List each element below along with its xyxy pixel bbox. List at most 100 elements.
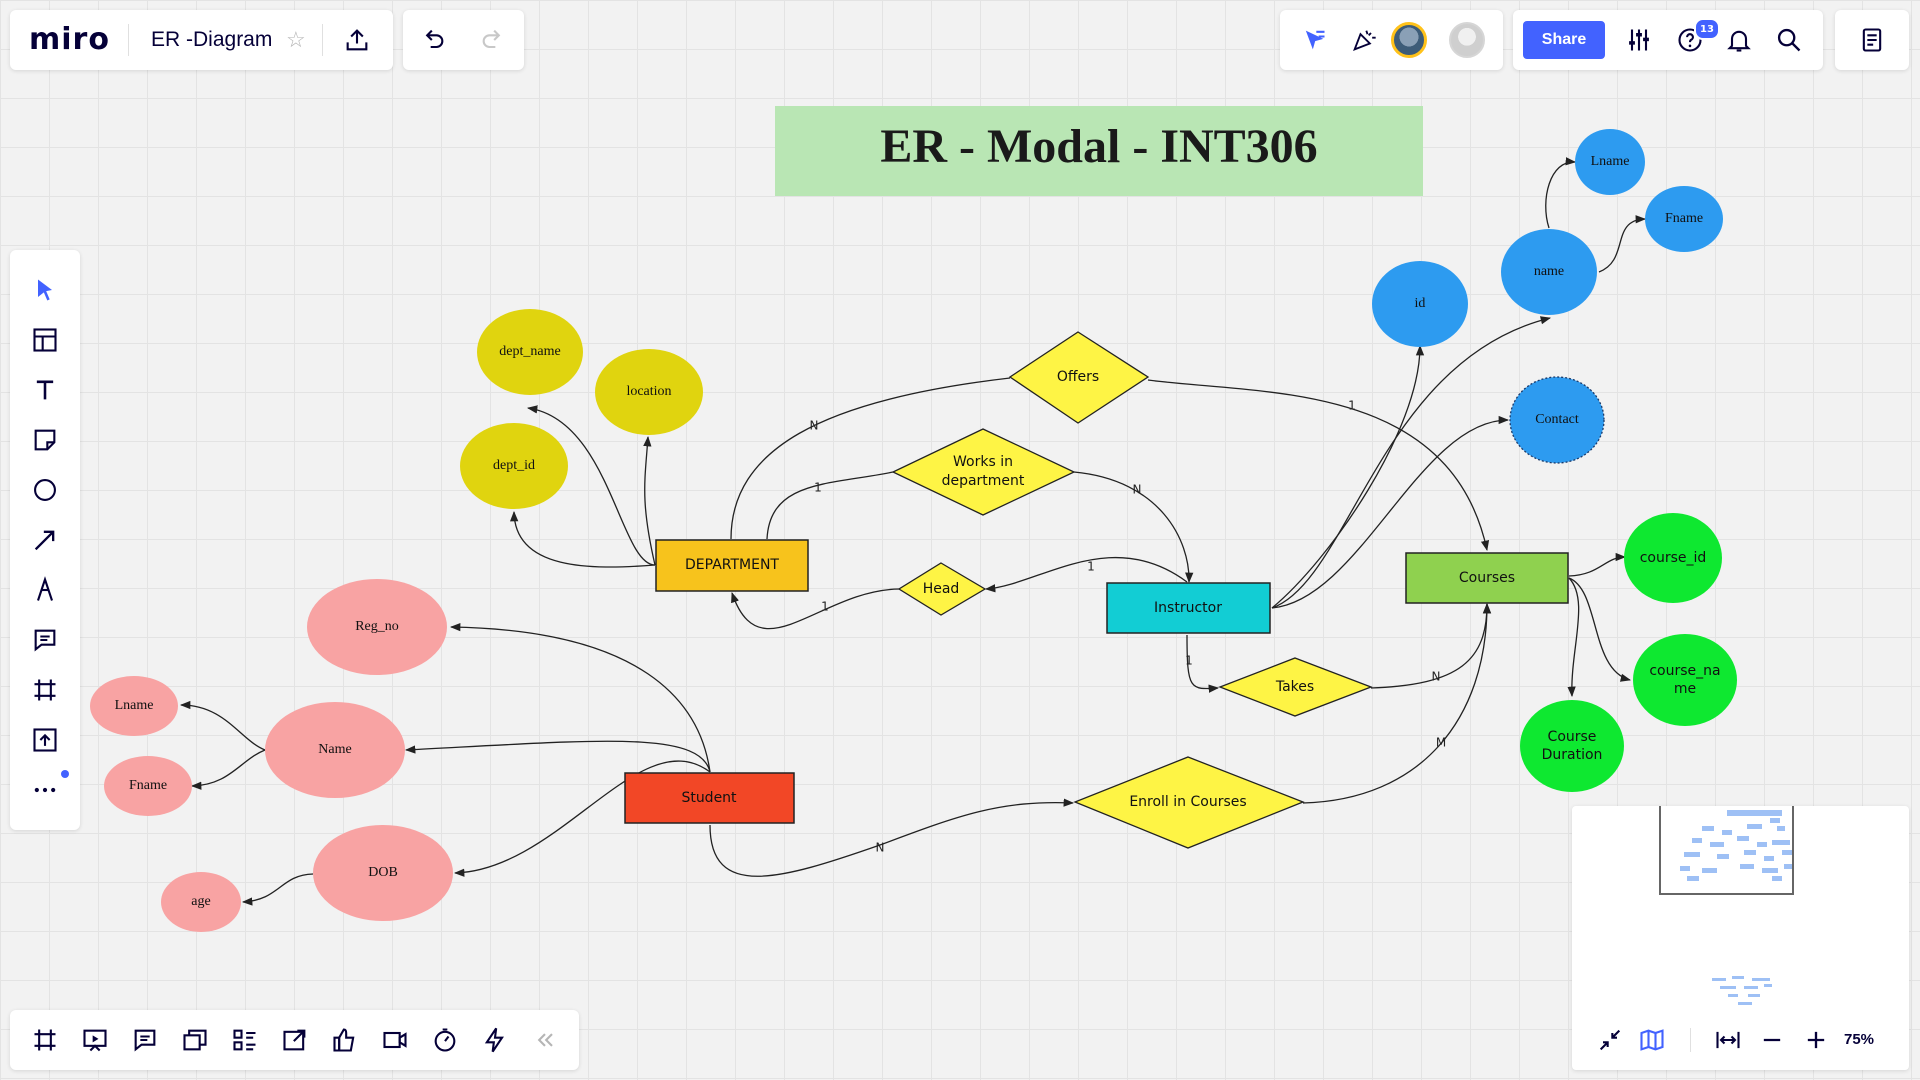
board-title[interactable]: ER -Diagram [151, 28, 272, 52]
cardinality-offers-dept: N [810, 419, 819, 433]
collapse-icon[interactable] [525, 1020, 565, 1060]
fit-to-screen-icon[interactable] [1590, 1020, 1630, 1060]
collaboration-bar [1280, 10, 1503, 70]
diagram-title-card[interactable]: ER - Modal - INT306 [775, 106, 1423, 196]
comments-icon[interactable] [125, 1020, 165, 1060]
map-icon[interactable] [1632, 1020, 1672, 1060]
attr-instructor-name[interactable]: name [1501, 229, 1597, 315]
minimap-panel: 75% [1572, 806, 1909, 1070]
entity-department[interactable]: DEPARTMENT [655, 539, 809, 592]
cardinality-takes-instructor: 1 [1185, 654, 1193, 668]
cardinality-works-instructor: N [1133, 483, 1142, 497]
export-icon[interactable] [337, 20, 377, 60]
entity-courses[interactable]: Courses [1405, 552, 1569, 604]
svg-text:department: department [942, 473, 1025, 489]
video-call-icon[interactable] [375, 1020, 415, 1060]
attr-dob[interactable]: DOB [313, 825, 453, 921]
notes-panel-bar [1835, 10, 1909, 70]
left-toolbar [10, 250, 80, 830]
entity-student[interactable]: Student [624, 772, 795, 824]
svg-text:Works in: Works in [953, 454, 1013, 470]
relationship-offers[interactable]: Offers [1008, 331, 1150, 424]
relationship-takes[interactable]: Takes [1218, 657, 1373, 717]
fit-width-icon[interactable] [1708, 1020, 1748, 1060]
redo-icon[interactable] [473, 20, 513, 60]
pen-icon[interactable] [25, 570, 65, 610]
svg-text:me: me [1674, 681, 1696, 697]
select-cursor-icon[interactable] [25, 270, 65, 310]
cardinality-enroll-courses: M [1436, 736, 1446, 750]
templates-icon[interactable] [25, 320, 65, 360]
attr-reg-no[interactable]: Reg_no [307, 579, 447, 675]
kanban-icon[interactable] [225, 1020, 265, 1060]
notes-icon[interactable] [1852, 20, 1892, 60]
text-icon[interactable] [25, 370, 65, 410]
zoom-level[interactable]: 75% [1844, 1031, 1874, 1048]
svg-text:Lname: Lname [115, 698, 154, 713]
voting-icon[interactable] [325, 1020, 365, 1060]
share-screen-icon[interactable] [275, 1020, 315, 1060]
timer-icon[interactable] [425, 1020, 465, 1060]
svg-text:name: name [1534, 264, 1564, 279]
upload-icon[interactable] [25, 720, 65, 760]
undo-icon[interactable] [413, 20, 453, 60]
comment-icon[interactable] [25, 620, 65, 660]
bottom-toolbar [10, 1010, 579, 1070]
minimap[interactable] [1572, 806, 1909, 1010]
cardinality-takes-courses: N [1432, 670, 1441, 684]
attr-course-name[interactable]: course_na me [1633, 634, 1737, 726]
attr-instructor-fname[interactable]: Fname [1645, 186, 1723, 252]
sticky-note-icon[interactable] [25, 420, 65, 460]
cards-icon[interactable] [175, 1020, 215, 1060]
zoom-in-icon[interactable] [1796, 1020, 1836, 1060]
settings-sliders-icon[interactable] [1619, 20, 1659, 60]
cardinality-head-dept: 1 [821, 600, 829, 614]
more-tools-icon[interactable] [25, 770, 65, 810]
attr-student-fname[interactable]: Fname [104, 756, 192, 816]
attr-dept-id[interactable]: dept_id [460, 423, 568, 509]
svg-text:DEPARTMENT: DEPARTMENT [685, 557, 779, 573]
svg-text:Lname: Lname [1591, 154, 1630, 169]
celebrate-icon[interactable] [1344, 20, 1384, 60]
attr-student-name[interactable]: Name [265, 702, 405, 798]
lightning-icon[interactable] [475, 1020, 515, 1060]
avatar[interactable] [1391, 22, 1427, 58]
attr-location[interactable]: location [595, 349, 703, 435]
attr-instructor-id[interactable]: id [1372, 261, 1468, 347]
relationship-works-in-department[interactable]: Works in department [891, 428, 1076, 516]
share-button[interactable]: Share [1523, 21, 1605, 59]
attr-instructor-lname[interactable]: Lname [1575, 129, 1645, 195]
frames-icon[interactable] [25, 1020, 65, 1060]
divider [128, 24, 129, 56]
zoom-out-icon[interactable] [1752, 1020, 1792, 1060]
diagram-title: ER - Modal - INT306 [880, 120, 1317, 173]
svg-text:course_id: course_id [1640, 550, 1707, 566]
connection-line-icon[interactable] [25, 520, 65, 560]
svg-text:Head: Head [923, 581, 960, 597]
shape-icon[interactable] [25, 470, 65, 510]
cursor-follow-icon[interactable] [1294, 20, 1334, 60]
svg-text:Course: Course [1548, 729, 1597, 745]
cardinality-head-instructor: 1 [1087, 560, 1095, 574]
attr-dept-name[interactable]: dept_name [477, 309, 583, 395]
entity-instructor[interactable]: Instructor [1106, 582, 1271, 634]
attr-age[interactable]: age [161, 872, 241, 932]
star-icon[interactable]: ☆ [286, 27, 306, 53]
relationship-head[interactable]: Head [897, 562, 987, 616]
frame-icon[interactable] [25, 670, 65, 710]
bell-icon[interactable] [1719, 20, 1759, 60]
miro-logo[interactable]: miro [29, 22, 110, 57]
notification-badge: 13 [1694, 18, 1720, 40]
attr-course-duration[interactable]: Course Duration [1520, 700, 1624, 792]
search-icon[interactable] [1769, 20, 1809, 60]
cardinality-offers-courses: 1 [1348, 399, 1356, 413]
board-title-bar: miro ER -Diagram ☆ [10, 10, 393, 70]
attr-student-lname[interactable]: Lname [90, 676, 178, 736]
attr-instructor-contact[interactable]: Contact [1509, 376, 1605, 464]
attr-course-id[interactable]: course_id [1624, 513, 1722, 603]
avatar[interactable] [1449, 22, 1485, 58]
presentation-icon[interactable] [75, 1020, 115, 1060]
svg-text:Contact: Contact [1535, 412, 1579, 427]
svg-text:Instructor: Instructor [1154, 600, 1222, 616]
relationship-enroll-in-courses[interactable]: Enroll in Courses [1073, 756, 1305, 849]
